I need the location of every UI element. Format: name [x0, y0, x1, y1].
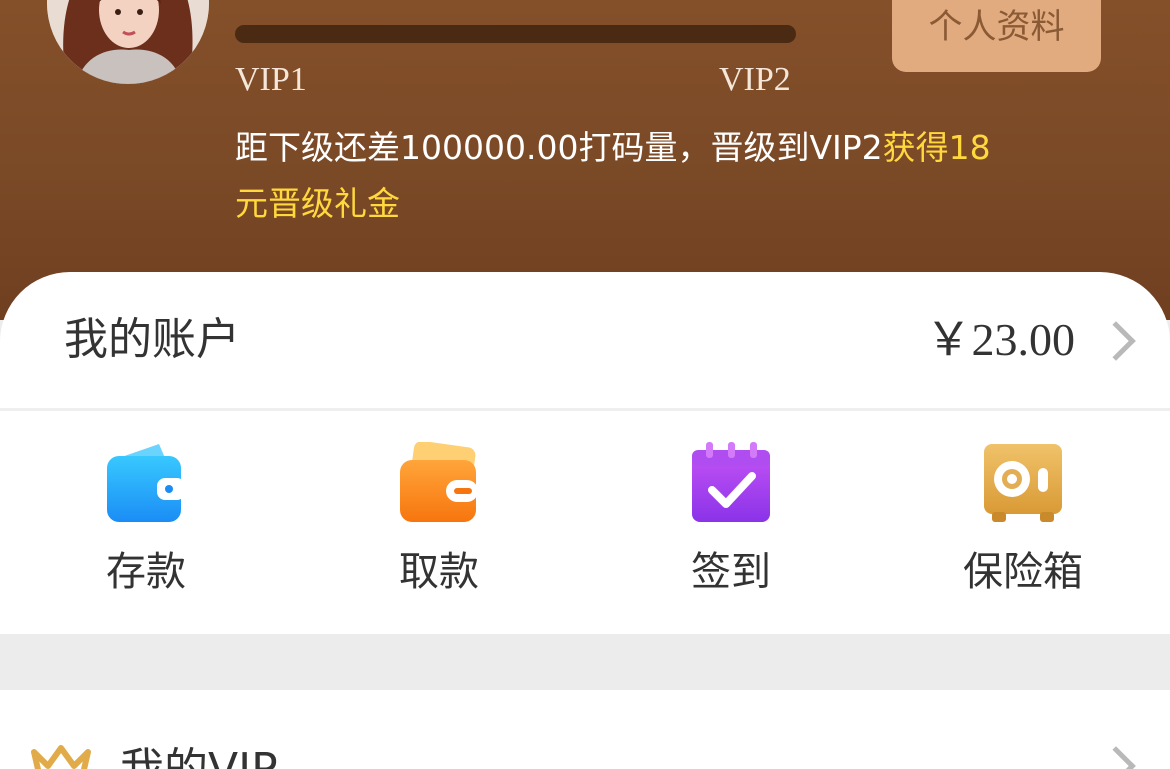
safe-icon	[984, 444, 1062, 522]
account-title: 我的账户	[64, 314, 240, 365]
profile-button-label: 个人资料	[928, 7, 1065, 47]
crown-icon	[31, 745, 91, 769]
account-balance: ￥23.00	[925, 314, 1076, 365]
upgrade-info: 距下级还差100000.00打码量，晋级到VIP2获得18元晋级礼金	[235, 120, 995, 232]
divider	[0, 408, 1170, 411]
my-vip-row[interactable]: 我的VIP	[0, 690, 1170, 769]
avatar-image	[47, 0, 209, 84]
my-account-row[interactable]: 我的账户 ￥23.00	[0, 272, 1170, 408]
chevron-right-icon	[1096, 321, 1136, 361]
wallet-icon	[107, 444, 185, 522]
chevron-right-icon	[1096, 746, 1136, 769]
safe-button[interactable]: 保险箱	[923, 442, 1123, 602]
upgrade-requirement-text: 距下级还差100000.00打码量，晋级到VIP2	[235, 128, 883, 167]
withdraw-button[interactable]: 取款	[339, 442, 539, 602]
next-vip-level: VIP2	[719, 61, 791, 98]
my-vip-title: 我的VIP	[120, 740, 278, 769]
deposit-label: 存款	[106, 549, 186, 595]
checkin-label: 签到	[691, 549, 771, 595]
calendar-check-icon	[692, 442, 770, 522]
quick-actions: 存款 取款 签到 保险箱	[0, 442, 1170, 602]
withdraw-label: 取款	[399, 549, 479, 595]
current-vip-level: VIP1	[235, 61, 307, 98]
withdraw-wallet-icon	[400, 442, 478, 522]
safe-label: 保险箱	[963, 549, 1083, 595]
vip-progress-bar	[235, 25, 796, 43]
checkin-button[interactable]: 签到	[631, 442, 831, 602]
profile-button[interactable]: 个人资料	[892, 0, 1101, 72]
deposit-button[interactable]: 存款	[46, 442, 246, 602]
account-card: 我的账户 ￥23.00 存款 取款 签到 保险箱	[0, 272, 1170, 634]
avatar[interactable]	[47, 0, 209, 84]
